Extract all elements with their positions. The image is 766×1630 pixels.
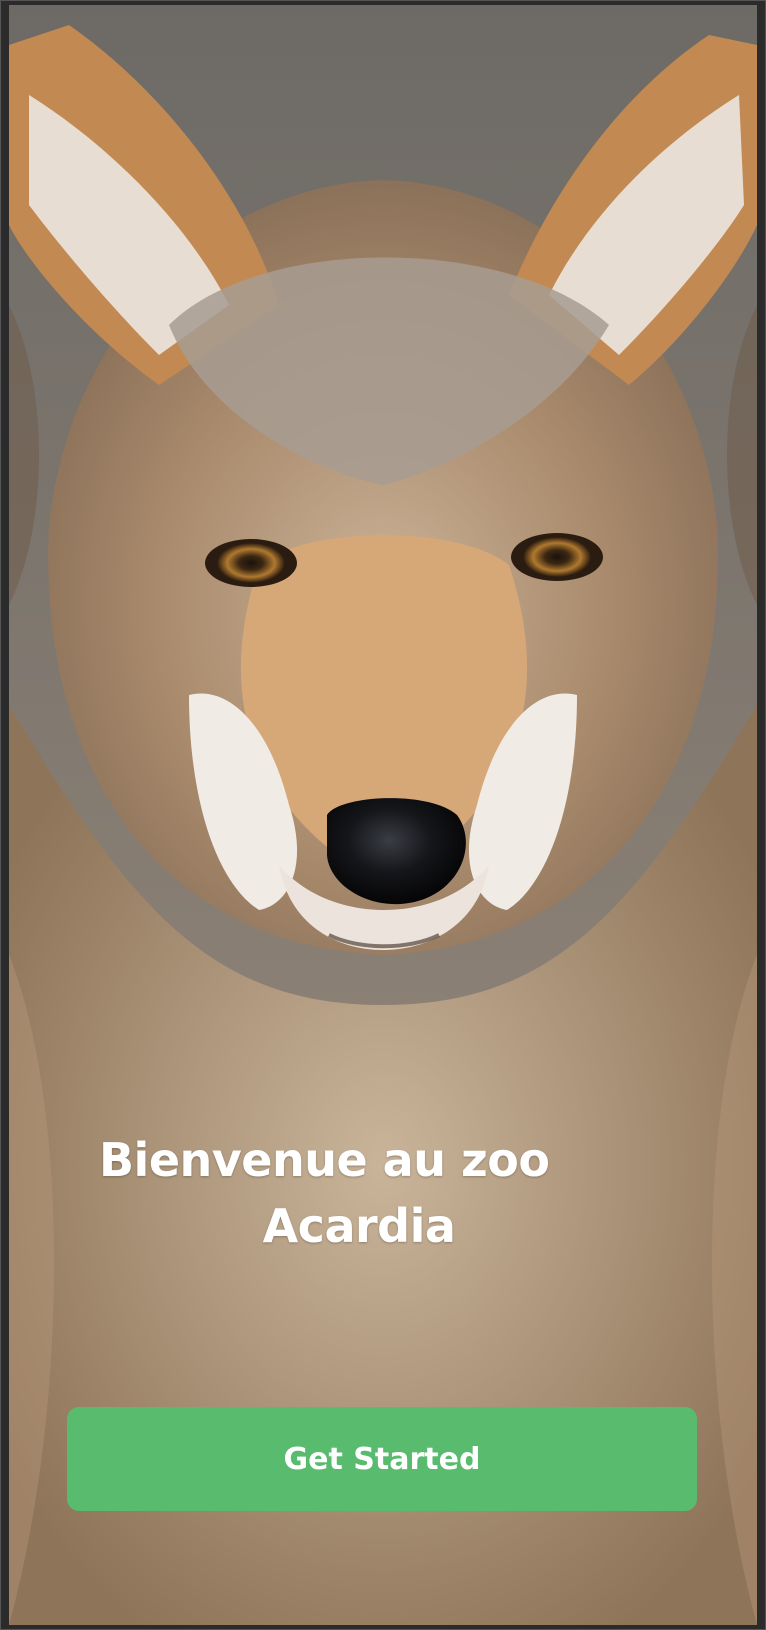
get-started-button[interactable]: Get Started — [67, 1407, 697, 1511]
welcome-title-line1: Bienvenue au zoo — [99, 1133, 550, 1187]
welcome-screen: Bienvenue au zoo Acardia Get Started — [9, 5, 757, 1625]
welcome-title: Bienvenue au zoo Acardia — [99, 1127, 559, 1259]
wolf-background-image — [9, 5, 757, 1625]
welcome-title-line2: Acardia — [262, 1199, 456, 1253]
device-frame: Bienvenue au zoo Acardia Get Started — [0, 0, 766, 1630]
